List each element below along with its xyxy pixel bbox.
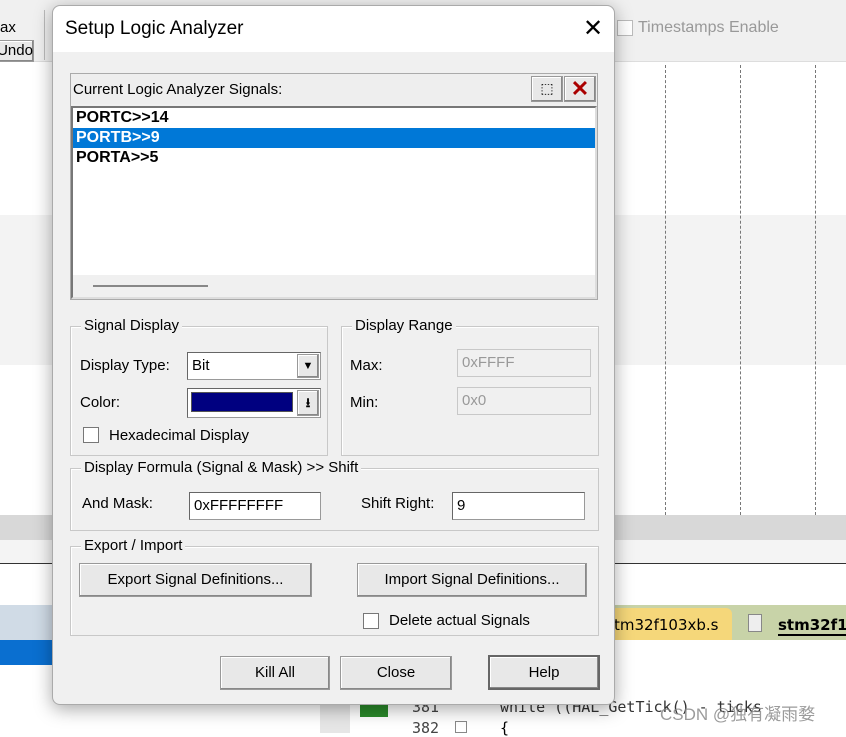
display-range-group: Display Range Max: 0xFFFF Min: 0x0 [341, 317, 599, 456]
signals-panel: Current Logic Analyzer Signals: ⬚ ✕ PORT… [70, 73, 598, 300]
shift-right-label: Shift Right: [361, 495, 435, 512]
timestamps-label: Timestamps Enable [638, 19, 779, 36]
watermark: CSDN @独有凝雨婺 [660, 705, 816, 724]
group-title: Display Range [352, 317, 456, 334]
grid-line [665, 65, 666, 515]
color-picker[interactable]: ⭳ [187, 388, 321, 418]
hexadecimal-checkbox[interactable] [83, 427, 99, 443]
undo-button[interactable]: Undo [0, 40, 34, 62]
list-scrollbar[interactable] [73, 275, 595, 297]
close-icon[interactable]: ✕ [583, 14, 603, 43]
color-label: Color: [80, 394, 121, 411]
delete-signal-button[interactable]: ✕ [564, 76, 596, 102]
grid-line [815, 65, 816, 515]
toolbar-divider [44, 10, 45, 60]
group-title: Display Formula (Signal & Mask) >> Shift [81, 459, 362, 476]
delete-actual-signals-checkbox[interactable] [363, 613, 379, 629]
and-mask-input[interactable]: 0xFFFFFFFF [189, 492, 321, 520]
export-signal-definitions-button[interactable]: Export Signal Definitions... [79, 563, 312, 597]
signal-item[interactable]: PORTC>>14 [73, 108, 595, 128]
close-button[interactable]: Close [340, 656, 452, 690]
delete-actual-signals-label: Delete actual Signals [389, 612, 530, 629]
import-signal-definitions-button[interactable]: Import Signal Definitions... [357, 563, 587, 597]
timestamps-checkbox[interactable] [617, 20, 633, 36]
export-import-group: Export / Import Export Signal Definition… [70, 537, 599, 636]
signal-item[interactable]: PORTA>>5 [73, 148, 595, 168]
editor-tab[interactable]: tm32f103xb.s [600, 608, 732, 640]
dialog-title: Setup Logic Analyzer [65, 18, 244, 39]
hexadecimal-label: Hexadecimal Display [109, 427, 250, 444]
and-mask-label: And Mask: [82, 495, 153, 512]
kill-all-button[interactable]: Kill All [220, 656, 330, 690]
new-signal-button[interactable]: ⬚ [531, 76, 563, 102]
signal-item-selected[interactable]: PORTB>>9 [73, 128, 595, 148]
display-formula-group: Display Formula (Signal & Mask) >> Shift… [70, 459, 599, 531]
min-label: Min: [350, 394, 379, 411]
signals-label: Current Logic Analyzer Signals: [73, 81, 283, 98]
title-bar: Setup Logic Analyzer ✕ [53, 6, 614, 52]
grid-line [740, 65, 741, 515]
max-input[interactable]: 0xFFFF [457, 349, 591, 377]
download-arrow-icon[interactable]: ⭳ [297, 390, 319, 416]
chevron-down-icon[interactable]: ▼ [297, 354, 319, 378]
fold-icon[interactable] [455, 721, 467, 733]
setup-logic-analyzer-dialog: Setup Logic Analyzer ✕ Current Logic Ana… [52, 5, 615, 705]
group-title: Export / Import [81, 537, 186, 554]
signal-display-group: Signal Display Display Type: Bit ▼ Color… [70, 317, 328, 456]
panel-header [0, 605, 52, 640]
new-signal-icon: ⬚ [540, 80, 554, 96]
delete-x-icon: ✕ [570, 76, 590, 101]
color-swatch [191, 392, 293, 412]
signals-header: Current Logic Analyzer Signals: ⬚ ✕ [71, 74, 597, 104]
editor-tab-active[interactable]: stm32f1x [778, 616, 846, 636]
display-type-label: Display Type: [80, 357, 170, 374]
code-line: { [500, 719, 510, 737]
shift-right-input[interactable]: 9 [452, 492, 585, 520]
display-type-select[interactable]: Bit ▼ [187, 352, 321, 380]
group-title: Signal Display [81, 317, 183, 334]
file-icon [748, 614, 762, 632]
scrollbar-thumb[interactable] [93, 285, 208, 287]
max-label: Max: [350, 357, 383, 374]
signals-list[interactable]: PORTC>>14 PORTB>>9 PORTA>>5 [71, 106, 597, 299]
help-button[interactable]: Help [488, 655, 600, 690]
toolbar-label: ax [0, 19, 16, 36]
execution-arrow-icon [360, 703, 388, 717]
min-input[interactable]: 0x0 [457, 387, 591, 415]
